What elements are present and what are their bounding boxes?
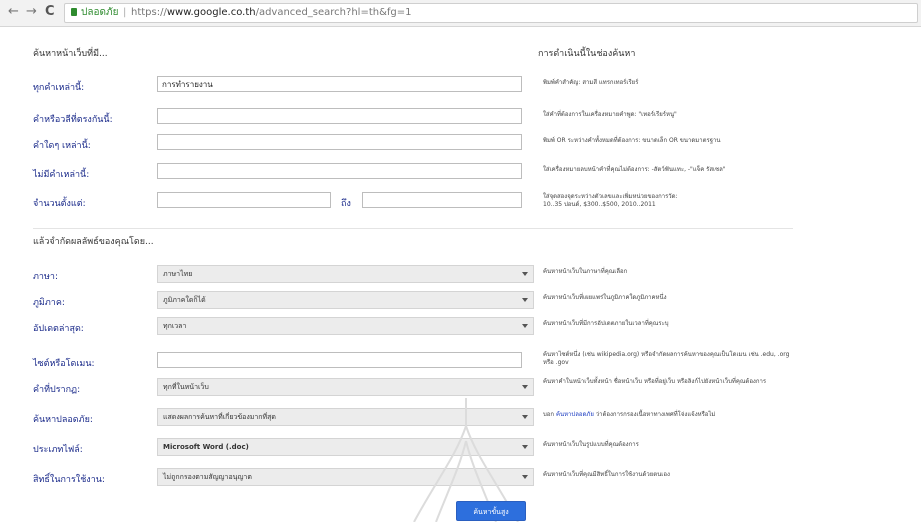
region-help: ค้นหาหน้าเว็บที่เผยแพร่ในภูมิภาคใดภูมิภา… [543,294,667,301]
exact-phrase-help: ใส่คำที่ต้องการในเครื่องหมายคำพูด: "เทอร… [543,111,677,118]
back-arrow-icon[interactable]: ← [8,4,19,20]
none-words-input[interactable] [157,163,522,179]
dropdown-arrow-icon [522,324,528,328]
number-to-input[interactable] [362,192,522,208]
safesearch-label: ค้นหาปลอดภัย: [33,415,93,425]
all-words-label: ทุกคำเหล่านี้: [33,83,85,93]
safesearch-help: บอก ค้นหาปลอดภัย ว่าต้องการกรองเนื้อหาทา… [543,411,716,418]
reload-icon[interactable]: C [45,4,55,20]
terms-appear-select[interactable]: ทุกที่ในหน้าเว็บ [157,378,534,396]
language-help: ค้นหาหน้าเว็บในภาษาที่คุณเลือก [543,268,628,275]
find-section-title: ค้นหาหน้าเว็บที่มี... [33,49,108,59]
language-label: ภาษา: [33,272,59,282]
language-select[interactable]: ภาษาไทย [157,265,534,283]
any-words-help: พิมพ์ OR ระหว่างคำทั้งหมดที่ต้องการ: ขนา… [543,137,721,144]
number-from-input[interactable] [157,192,331,208]
advanced-search-button[interactable]: ค้นหาขั้นสูง [456,501,526,521]
help-column-title: การดำเนินนี้ในช่องค้นหา [538,49,636,59]
dropdown-arrow-icon [522,385,528,389]
exact-phrase-label: คำหรือวลีที่ตรงกันนี้: [33,115,113,125]
terms-appear-label: คำที่ปรากฏ: [33,385,81,395]
number-to-label: ถึง [341,199,351,209]
narrow-section-title: แล้วจำกัดผลลัพธ์ของคุณโดย... [33,237,154,247]
terms-appear-help: ค้นหาคำในหน้าเว็บทั้งหน้า ชื่อหน้าเว็บ ห… [543,378,767,385]
last-update-help: ค้นหาหน้าเว็บที่มีการอัปเดตภายในเวลาที่ค… [543,320,669,327]
number-range-help: ใส่จุดสองจุดระหว่างตัวเลขและเพิ่มหน่วยขอ… [543,193,678,208]
number-range-label: จำนวนตั้งแต่: [33,199,86,209]
usage-rights-label: สิทธิ์ในการใช้งาน: [33,475,105,485]
all-words-help: พิมพ์คำสำคัญ: สามสี แทรกเทอร์เรียร์ [543,79,639,86]
region-select[interactable]: ภูมิภาคใดก็ได้ [157,291,534,309]
none-words-label: ไม่มีคำเหล่านี้: [33,170,90,180]
file-type-label: ประเภทไฟล์: [33,445,83,455]
region-label: ภูมิภาค: [33,298,65,308]
site-domain-help: ค้นหาไซต์หนึ่ง (เช่น wikipedia.org) หรือ… [543,351,790,366]
none-words-help: ใส่เครื่องหมายลบหน้าคำที่คุณไม่ต้องการ: … [543,166,726,173]
dropdown-arrow-icon [522,298,528,302]
secure-label: ปลอดภัย [81,7,119,18]
address-separator: | [123,7,127,18]
forward-arrow-icon[interactable]: → [26,4,37,20]
lock-icon [71,8,77,16]
any-words-label: คำใดๆ เหล่านี้: [33,141,91,151]
browser-toolbar: ← → C ปลอดภัย | https://www.google.co.th… [0,0,921,27]
section-divider [33,228,793,229]
usage-rights-help: ค้นหาหน้าเว็บที่คุณมีสิทธิ์ในการใช้งานด้… [543,471,670,478]
exact-phrase-input[interactable] [157,108,522,124]
address-bar[interactable]: ปลอดภัย | https://www.google.co.th/advan… [64,3,918,23]
last-update-select[interactable]: ทุกเวลา [157,317,534,335]
all-words-input[interactable]: การทำรายงาน [157,76,522,92]
site-domain-input[interactable] [157,352,522,368]
file-type-help: ค้นหาหน้าเว็บในรูปแบบที่คุณต้องการ [543,441,639,448]
site-domain-label: ไซต์หรือโดเมน: [33,359,95,369]
last-update-label: อัปเดตล่าสุด: [33,324,84,334]
any-words-input[interactable] [157,134,522,150]
dropdown-arrow-icon [522,272,528,276]
url-text: https://www.google.co.th/advanced_search… [131,7,412,18]
safesearch-link[interactable]: ค้นหาปลอดภัย [556,411,594,418]
